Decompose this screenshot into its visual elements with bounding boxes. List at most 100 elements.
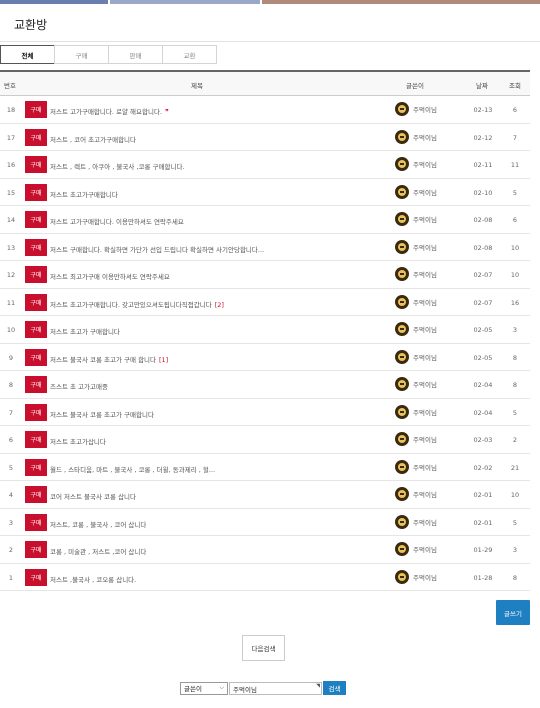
post-subject-link[interactable]: 즈스트 초 고가고매중 (50, 381, 108, 391)
author[interactable]: 주먹이님 (395, 102, 437, 116)
category-badge: 구매 (25, 156, 47, 173)
author[interactable]: 주먹이님 (395, 514, 437, 529)
post-date: 02-05 (473, 353, 493, 362)
post-number: 10 (6, 326, 16, 334)
post-subject-link[interactable]: 저스트 고가구매합니다. 이용만하셔도 연락주세요 (50, 216, 184, 226)
table-row[interactable]: 3 구매 저스트, 코롱 , 불국사 , 코어 삽니다 주먹이님 02-01 5 (0, 509, 530, 536)
post-number: 16 (6, 161, 16, 169)
tab-buy[interactable]: 구매 (54, 45, 109, 64)
write-button[interactable]: 글쓰기 (496, 600, 530, 625)
post-subject-link[interactable]: 저스트 최고가구매 이용만하셔도 연락주세요 (50, 271, 170, 281)
search-button[interactable]: 검색 (323, 681, 346, 695)
table-row[interactable]: 8 구매 즈스트 초 고가고매중 주먹이님 02-04 8 (0, 371, 530, 399)
post-number: 6 (8, 436, 14, 444)
tab-exchange[interactable]: 교환 (162, 45, 217, 64)
table-row[interactable]: 17 구매 저스트 , 코어 초고가구매합니다 주먹이님 02-12 7 (0, 124, 530, 151)
category-badge: 구매 (25, 486, 47, 503)
table-row[interactable]: 15 구매 저스트 초고가구매합니다 주먹이님 02-10 5 (0, 179, 530, 206)
table-row[interactable]: 7 구매 저스트 불국사 코롱 초고가 구매합니다 주먹이님 02-04 5 (0, 399, 530, 426)
post-subject-link[interactable]: 저스트 초고가 구매합니다 (50, 326, 120, 336)
avatar (395, 432, 409, 446)
table-row[interactable]: 5 구매 월드 , 스타디움, 마트 , 불국사 , 코롱 , 더윌, 동과제리 ,… (0, 454, 530, 481)
post-subject-link[interactable]: 저스트 고가구매합니다. 로얄 해요합니다. ❞ (50, 106, 169, 116)
author[interactable]: 주먹이님 (395, 432, 437, 446)
post-subject-text: 월드 , 스타디움, 마트 , 불국사 , 코롱 , 더윌, 동과제리 , 헐.… (50, 465, 216, 474)
post-subject-link[interactable]: 저스트 초고가구매합니다 (50, 189, 118, 199)
table-row[interactable]: 10 구매 저스트 초고가 구매합니다 주먹이님 02-05 3 (0, 316, 530, 344)
post-subject-link[interactable]: 저스트 , 렉트 , 아쿠아 , 불국사 ,코롱 구매합니다. (50, 161, 185, 171)
table-row[interactable]: 2 구매 코롱 , 미술관 , 저스트 ,코어 삽니다 주먹이님 01-29 3 (0, 536, 530, 564)
avatar (395, 267, 409, 281)
post-subject-text: 저스트 , 렉트 , 아쿠아 , 불국사 ,코롱 구매합니다. (50, 163, 185, 171)
next-search-button[interactable]: 다음검색 (242, 635, 285, 661)
table-row[interactable]: 14 구매 저스트 고가구매합니다. 이용만하셔도 연락주세요 주먹이님 02-08 6 (0, 206, 530, 234)
author[interactable]: 주먹이님 (395, 294, 437, 309)
author[interactable]: 주먹이님 (395, 157, 437, 171)
author[interactable]: 주먹이님 (395, 322, 437, 336)
post-subject-link[interactable]: 저스트 불국사 코롱 초고가 구매합니다 (50, 409, 154, 419)
post-subject-text: 저스트 , 코어 초고가구매합니다 (50, 135, 137, 144)
author[interactable]: 주먹이님 (395, 404, 437, 419)
table-row[interactable]: 18 구매 저스트 고가구매합니다. 로얄 해요합니다. ❞ 주먹이님 02-13 6 (0, 96, 530, 124)
tab-all[interactable]: 전체 (0, 45, 55, 64)
category-badge: 구매 (25, 348, 47, 366)
author[interactable]: 주먹이님 (395, 184, 437, 199)
table-row[interactable]: 12 구매 저스트 최고가구매 이용만하셔도 연락주세요 주먹이님 02-07 10 (0, 261, 530, 289)
post-subject-link[interactable]: 저스트 초고가구매합니다. 갖고만있으셔도됩니다직접갑니다 [2] (50, 299, 224, 309)
post-subject-text: 저스트 ,불국사 , 코오롱 삽니다. (50, 575, 137, 584)
post-subject-text: 코롱 , 미술관 , 저스트 ,코어 삽니다 (50, 548, 147, 556)
author[interactable]: 주먹이님 (395, 459, 437, 474)
search-field-select[interactable]: 글쓴이 ⌵ (180, 681, 228, 695)
table-row[interactable]: 16 구매 저스트 , 렉트 , 아쿠아 , 불국사 ,코롱 구매합니다. 주먹이님 0… (0, 151, 530, 179)
post-date: 02-10 (473, 188, 493, 197)
author[interactable]: 주먹이님 (395, 349, 437, 364)
author[interactable]: 주먹이님 (395, 487, 437, 501)
author[interactable]: 주먹이님 (395, 239, 437, 254)
author[interactable]: 주먹이님 (395, 569, 437, 584)
avatar (395, 212, 409, 226)
table-row[interactable]: 11 구매 저스트 초고가구매합니다. 갖고만있으셔도됩니다직접갑니다 [2] 주먹이님… (0, 289, 530, 316)
avatar (395, 514, 409, 529)
post-subject-link[interactable]: 저스트 불국사 코롱 초고가 구매 합니다 [1] (50, 354, 168, 364)
category-badge: 구매 (25, 431, 47, 448)
view-count: 21 (510, 463, 520, 472)
post-subject-link[interactable]: 저스트, 코롱 , 불국사 , 코어 삽니다 (50, 519, 146, 529)
avatar (395, 349, 409, 364)
post-subject-link[interactable]: 코어 저스트 불국사 코롱 삽니다 (50, 491, 136, 501)
avatar (395, 184, 409, 199)
avatar (395, 239, 409, 254)
post-subject-link[interactable]: 저스트 초고가삽니다 (50, 436, 106, 446)
author[interactable]: 주먹이님 (395, 267, 437, 281)
category-badge: 구매 (25, 376, 47, 393)
post-subject-text: 저스트 불국사 코롱 초고가 구매합니다 (50, 410, 154, 419)
table-row[interactable]: 9 구매 저스트 불국사 코롱 초고가 구매 합니다 [1] 주먹이님 02-05 8 (0, 344, 530, 371)
post-number: 12 (6, 271, 16, 279)
post-number: 15 (6, 188, 16, 197)
table-row[interactable]: 13 구매 저스트 구매합니다. 확실하면 가단가 선입 드립니다 확실하면 사기안… (0, 234, 530, 261)
search-input[interactable]: 주먹이님 ◥ (229, 681, 322, 695)
tab-sell[interactable]: 판매 (108, 45, 163, 64)
table-row[interactable]: 1 구매 저스트 ,불국사 , 코오롱 삽니다. 주먹이님 01-28 8 (0, 564, 530, 591)
search-field-value: 글쓴이 (184, 685, 202, 693)
table-row[interactable]: 6 구매 저스트 초고가삽니다 주먹이님 02-03 2 (0, 426, 530, 454)
author-name: 주먹이님 (413, 436, 437, 444)
post-subject-link[interactable]: 월드 , 스타디움, 마트 , 불국사 , 코롱 , 더윌, 동과제리 , 헐.… (50, 464, 215, 474)
author[interactable]: 주먹이님 (395, 129, 437, 144)
post-subject-text: 저스트 초고가구매합니다 (50, 190, 118, 199)
post-subject-link[interactable]: 코롱 , 미술관 , 저스트 ,코어 삽니다 (50, 546, 146, 556)
table-row[interactable]: 4 구매 코어 저스트 불국사 코롱 삽니다 주먹이님 02-01 10 (0, 481, 530, 509)
category-badge: 구매 (25, 458, 47, 476)
post-subject-link[interactable]: 저스트 , 코어 초고가구매합니다 (50, 134, 136, 144)
category-badge: 구매 (25, 568, 47, 586)
author[interactable]: 주먹이님 (395, 542, 437, 556)
author[interactable]: 주먹이님 (395, 377, 437, 391)
avatar (395, 459, 409, 474)
author[interactable]: 주먹이님 (395, 212, 437, 226)
category-badge: 구매 (25, 513, 47, 531)
post-number: 14 (6, 216, 16, 224)
post-number: 5 (8, 463, 14, 472)
view-count: 3 (512, 546, 518, 554)
post-subject-link[interactable]: 저스트 ,불국사 , 코오롱 삽니다. (50, 574, 136, 584)
post-subject-link[interactable]: 저스트 구매합니다. 확실하면 가단가 선입 드립니다 확실하면 사기안당합니다… (50, 244, 264, 254)
header-subject: 제목 (191, 82, 203, 90)
